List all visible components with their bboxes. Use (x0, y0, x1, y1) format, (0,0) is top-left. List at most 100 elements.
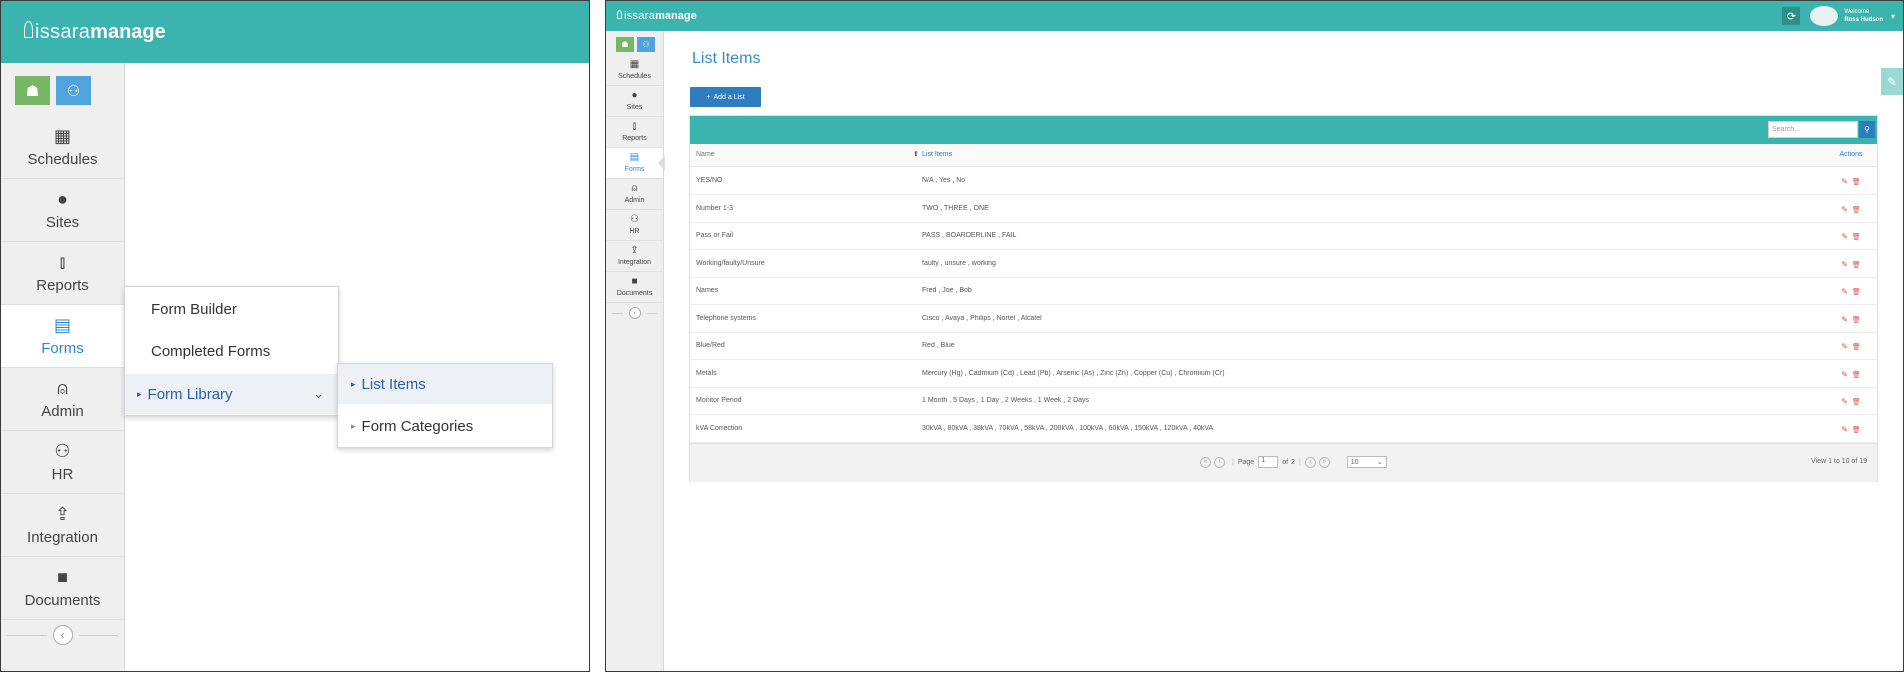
pencil-icon[interactable]: ✎ (1841, 260, 1848, 269)
active-indicator (658, 155, 665, 171)
sidebar-item-schedules[interactable]: ▦ Schedules (606, 55, 663, 86)
table-row[interactable]: Names Fred , Joe , Bob ✎ 🗑 (690, 278, 1877, 305)
table-row[interactable]: Pass or Fail PASS , BOARDERLINE , FAIL ✎ 🗑 (690, 223, 1877, 250)
sidebar-item-label: Reports (36, 276, 89, 294)
sidebar-item-forms[interactable]: ▤ Forms (1, 305, 124, 368)
file-icon: ▤ (53, 314, 71, 335)
pencil-icon[interactable]: ✎ (1841, 370, 1848, 379)
sidebar-item-hr[interactable]: ⚇ HR (606, 210, 663, 241)
last-page-icon[interactable]: » (1318, 456, 1330, 468)
page-number-input[interactable]: 1 (1258, 456, 1279, 468)
team-button[interactable]: ⚇ (637, 37, 655, 52)
trash-icon[interactable]: 🗑 (1852, 344, 1861, 351)
search-button[interactable]: ⚲ (1859, 121, 1875, 138)
chevron-down-icon: ⌄ (313, 386, 324, 401)
table-row[interactable]: YES/NO N/A , Yes , No ✎ 🗑 (690, 168, 1877, 195)
refresh-button[interactable]: ⟳ (1782, 7, 1801, 25)
app-logo[interactable]: issara manage (617, 10, 697, 22)
submenu-item-form-categories[interactable]: ▸ Form Categories (338, 406, 552, 446)
menu-item-completed-forms[interactable]: Completed Forms (125, 331, 338, 371)
pencil-icon[interactable]: ✎ (1841, 342, 1848, 351)
trash-icon[interactable]: 🗑 (1852, 289, 1861, 296)
trash-icon[interactable]: 🗑 (1852, 234, 1861, 241)
sidebar-item-integration[interactable]: ⇪ Integration (606, 241, 663, 272)
trash-icon[interactable]: 🗑 (1852, 399, 1861, 406)
column-header-name[interactable]: Name (696, 151, 715, 158)
menu-item-label: Form Categories (361, 417, 474, 435)
table-row[interactable]: kVA Correction 30kVA , 80kVA , 38kVA , 70… (690, 416, 1877, 443)
add-list-button[interactable]: + Add a List (690, 87, 761, 107)
menu-item-form-builder[interactable]: Form Builder (125, 289, 338, 329)
sidebar-item-label: HR (629, 228, 640, 235)
pencil-icon[interactable]: ✎ (1841, 287, 1848, 296)
menu-item-label: Completed Forms (151, 342, 271, 360)
sidebar-item-hr[interactable]: ⚇ HR (1, 431, 124, 494)
edit-button[interactable]: ✎ (1881, 68, 1903, 95)
sidebar-item-documents[interactable]: ■ Documents (606, 272, 663, 303)
team-button[interactable]: ⚇ (56, 76, 91, 105)
trash-icon[interactable]: 🗑 (1852, 372, 1861, 379)
rows-per-page-select[interactable]: 10 ⌄ (1346, 456, 1387, 468)
sidebar-item-reports[interactable]: ⫾ Reports (1, 242, 124, 305)
sidebar-item-reports[interactable]: ⫾ Reports (606, 117, 663, 148)
caret-down-icon[interactable]: ▾ (1891, 12, 1895, 21)
page-label: Page (1237, 458, 1255, 466)
table-row[interactable]: Metals Mercury (Hg) , Cadmium (Cd) , Lead… (690, 361, 1877, 388)
sidebar-item-admin[interactable]: ⍝ Admin (1, 368, 124, 431)
triangle-right-icon: ▸ (351, 378, 356, 389)
sidebar-item-sites[interactable]: ● Sites (606, 86, 663, 117)
sidebar-item-documents[interactable]: ■ Documents (1, 557, 124, 620)
row-actions: ✎ 🗑 (1831, 177, 1871, 186)
trash-icon[interactable]: 🗑 (1852, 317, 1861, 324)
pencil-icon[interactable]: ✎ (1841, 205, 1848, 214)
pencil-icon[interactable]: ✎ (1841, 177, 1848, 186)
user-welcome[interactable]: Welcome Ross Hudson (1844, 8, 1883, 24)
app-logo[interactable]: issara manage (24, 20, 166, 44)
table-row[interactable]: Telephone systems Cisco , Avaya , Philips… (690, 306, 1877, 333)
sidebar-item-admin[interactable]: ⍝ Admin (606, 179, 663, 210)
submenu-item-list-items[interactable]: ▸ List Items (338, 364, 552, 404)
user-name: Ross Hudson (1844, 17, 1883, 23)
row-list-items: 1 Month , 5 Days , 1 Day , 2 Weeks , 1 W… (922, 397, 1090, 404)
sidebar-item-forms[interactable]: ▤ Forms (606, 148, 663, 179)
table-row[interactable]: Working/faulty/Unsure faulty , unsure , w… (690, 251, 1877, 278)
next-page-icon[interactable]: › (1304, 456, 1316, 468)
collapse-arrow-icon[interactable]: ‹ (628, 307, 641, 319)
trash-icon[interactable]: 🗑 (1852, 262, 1861, 269)
column-header-list-items[interactable]: List Items (922, 151, 952, 158)
table-row[interactable]: Monitor Period 1 Month , 5 Days , 1 Day ,… (690, 388, 1877, 415)
column-header-actions: Actions (1839, 151, 1863, 158)
avatar[interactable] (1810, 6, 1839, 26)
pencil-icon[interactable]: ✎ (1841, 425, 1848, 434)
first-page-icon[interactable]: « (1200, 456, 1211, 468)
pencil-icon[interactable]: ✎ (1841, 315, 1848, 324)
trash-icon[interactable]: 🗑 (1852, 179, 1861, 186)
sidebar-item-integration[interactable]: ⇪ Integration (1, 494, 124, 557)
top-bar: issara manage ⟳ Welcome Ross Hudson ▾ (606, 1, 1903, 31)
table-row[interactable]: Number 1-3 TWO , THREE , ONE ✎ 🗑 (690, 196, 1877, 223)
trash-icon[interactable]: 🗑 (1852, 427, 1861, 434)
table-row[interactable]: Blue/Red Red , Blue ✎ 🗑 (690, 333, 1877, 360)
pencil-icon[interactable]: ✎ (1841, 397, 1848, 406)
edit-icon: ✎ (1886, 74, 1898, 89)
users-icon: ⚇ (630, 214, 639, 225)
pencil-icon[interactable]: ✎ (1841, 232, 1848, 241)
collapse-arrow-icon[interactable]: ‹ (52, 625, 73, 645)
users-icon: ⚇ (54, 440, 71, 461)
search-input[interactable]: Search... (1768, 121, 1858, 138)
pagination-controls: « ‹ | Page 1 of 2 | › » 10 ⌄ (1200, 456, 1387, 468)
trash-icon[interactable]: 🗑 (1852, 207, 1861, 214)
menu-item-form-library[interactable]: ▸ Form Library ⌄ (125, 374, 338, 414)
dashboard-button[interactable]: ☗ (616, 37, 634, 52)
row-actions: ✎ 🗑 (1831, 287, 1871, 296)
prev-page-icon[interactable]: ‹ (1214, 456, 1225, 468)
dashboard-button[interactable]: ☗ (15, 76, 50, 105)
row-actions: ✎ 🗑 (1831, 425, 1871, 434)
sidebar-item-label: Schedules (618, 73, 651, 80)
sidebar-item-sites[interactable]: ● Sites (1, 179, 124, 242)
rows-per-page-value: 10 (1350, 458, 1359, 466)
logo-mark-icon (617, 10, 622, 19)
sidebar-item-label: HR (51, 465, 74, 483)
sidebar-item-schedules[interactable]: ▦ Schedules (1, 116, 124, 179)
upload-icon: ⇪ (630, 245, 639, 256)
